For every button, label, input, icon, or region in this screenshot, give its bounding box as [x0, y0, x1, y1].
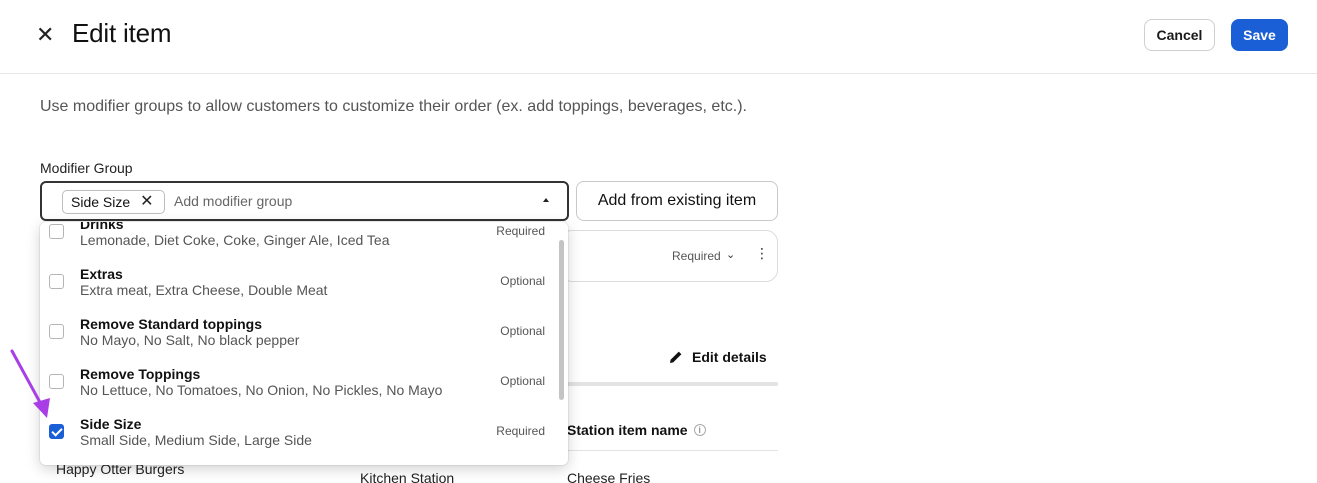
info-icon[interactable]: i — [693, 424, 706, 436]
dropdown-option-drinks[interactable]: Drinks Lemonade, Diet Coke, Coke, Ginger… — [40, 222, 560, 250]
combobox-placeholder[interactable]: Add modifier group — [174, 193, 292, 209]
checkbox[interactable] — [49, 224, 64, 239]
dropdown-option-remove-toppings[interactable]: Remove Toppings No Lettuce, No Tomatoes,… — [40, 350, 560, 400]
option-badge: Optional — [500, 374, 545, 388]
required-select[interactable]: Required — [672, 249, 721, 263]
chip-remove-icon[interactable]: ✕ — [140, 191, 153, 213]
option-badge: Required — [496, 424, 545, 438]
intro-text: Use modifier groups to allow customers t… — [40, 98, 747, 115]
column-header-label: Station item name — [567, 422, 688, 438]
divider-bar — [560, 382, 778, 386]
option-description: Small Side, Medium Side, Large Side — [80, 432, 312, 448]
option-name: Extras — [80, 266, 123, 282]
option-badge: Optional — [500, 274, 545, 288]
edit-details-label: Edit details — [692, 349, 767, 365]
chevron-down-icon[interactable]: ⌄ — [726, 248, 735, 261]
table-cell-item: Cheese Fries — [567, 470, 651, 483]
option-name: Remove Standard toppings — [80, 316, 263, 332]
save-button[interactable]: Save — [1231, 19, 1288, 51]
dropdown-option-side-size[interactable]: Side Size Small Side, Medium Side, Large… — [40, 400, 560, 450]
option-description: Extra meat, Extra Cheese, Double Meat — [80, 282, 328, 298]
selected-chip: Side Size ✕ — [62, 190, 165, 214]
option-description: Lemonade, Diet Coke, Coke, Ginger Ale, I… — [80, 232, 390, 248]
option-badge: Required — [496, 224, 545, 238]
modifier-group-label: Modifier Group — [40, 160, 133, 176]
dropdown-option-extras[interactable]: Extras Extra meat, Extra Cheese, Double … — [40, 250, 560, 300]
option-name: Side Size — [80, 416, 142, 432]
table-cell-station: Kitchen Station — [360, 470, 455, 483]
column-header-station-item-name: Station item name i — [567, 422, 706, 438]
header: ✕ Edit item Cancel Save — [0, 0, 1317, 74]
modifier-group-card — [560, 230, 778, 282]
checkbox[interactable] — [49, 324, 64, 339]
option-name: Drinks — [80, 222, 124, 232]
add-from-existing-button[interactable]: Add from existing item — [576, 181, 778, 221]
annotation-arrow-icon — [10, 349, 50, 418]
cancel-button[interactable]: Cancel — [1144, 19, 1215, 51]
option-description: No Mayo, No Salt, No black pepper — [80, 332, 300, 348]
option-badge: Optional — [500, 324, 545, 338]
modifier-group-dropdown[interactable]: Drinks Lemonade, Diet Coke, Coke, Ginger… — [40, 222, 568, 465]
chip-label: Side Size — [71, 194, 131, 210]
modifier-group-combobox[interactable]: Side Size ✕ Add modifier group — [40, 181, 569, 221]
kebab-menu-icon[interactable]: ⋮ — [755, 246, 769, 260]
page-title: Edit item — [72, 18, 172, 48]
pencil-icon — [670, 351, 682, 363]
edit-details-button[interactable]: Edit details — [668, 349, 767, 365]
caret-up-icon[interactable] — [543, 198, 549, 202]
option-description: No Lettuce, No Tomatoes, No Onion, No Pi… — [80, 382, 443, 398]
dropdown-option-remove-standard-toppings[interactable]: Remove Standard toppings No Mayo, No Sal… — [40, 300, 560, 350]
option-name: Remove Toppings — [80, 366, 201, 382]
close-icon[interactable]: ✕ — [36, 24, 56, 46]
dropdown-scrollbar[interactable] — [559, 240, 564, 400]
checkbox[interactable] — [49, 274, 64, 289]
table-divider — [560, 450, 778, 451]
